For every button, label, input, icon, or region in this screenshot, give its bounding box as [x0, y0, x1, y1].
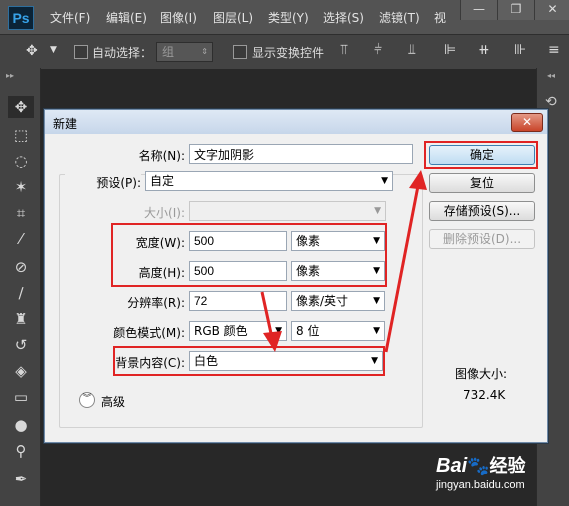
baidu-watermark: Bai🐾经验 jingyan.baidu.com [436, 452, 526, 491]
watermark-url: jingyan.baidu.com [436, 479, 525, 491]
watermark-brand-suffix: 经验 [489, 456, 526, 476]
watermark-brand: Bai [436, 455, 468, 477]
arrow-to-background [260, 291, 282, 352]
arrow-to-ok [384, 170, 427, 353]
annotation-arrows [260, 170, 427, 353]
paw-icon: 🐾 [467, 456, 490, 476]
